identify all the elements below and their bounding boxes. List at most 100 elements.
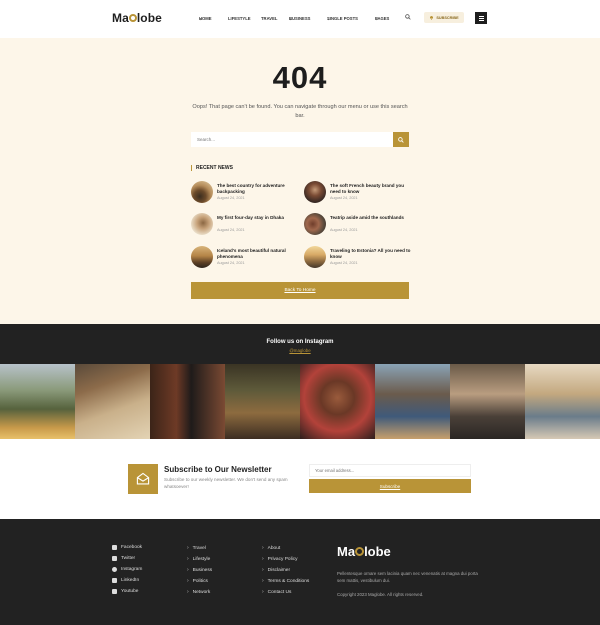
instagram-gallery xyxy=(0,364,600,439)
footer-category-link[interactable]: › Lifestyle xyxy=(187,556,210,562)
social-label: Facebook xyxy=(121,545,143,550)
footer-copyright: Copyright 2023 Maglobe. All rights reser… xyxy=(337,592,424,597)
hamburger-menu-icon[interactable] xyxy=(475,12,487,24)
search-icon xyxy=(398,136,404,143)
instagram-icon xyxy=(112,567,117,572)
newsletter-subscribe-button[interactable]: Subscribe xyxy=(309,479,471,493)
chevron-right-icon: › xyxy=(187,578,189,584)
footer-page-link[interactable]: › Disclaimer xyxy=(262,567,290,573)
footer-social-twitter[interactable]: Twitter xyxy=(112,556,135,561)
instagram-photo[interactable] xyxy=(525,364,600,439)
footer-category-link[interactable]: › Network xyxy=(187,589,210,595)
footer-page-link[interactable]: › Terms & Conditions xyxy=(262,578,309,584)
footer-category-link[interactable]: › Business xyxy=(187,567,212,573)
news-title[interactable]: Teatrip aside amid the southlands xyxy=(330,215,412,221)
footer-social-youtube[interactable]: Youtube xyxy=(112,589,138,594)
footer-logo[interactable]: Ma lobe xyxy=(337,544,391,559)
news-date: August 24, 2021 xyxy=(217,196,245,200)
news-item[interactable]: My first four-day stay in Dhaka August 2… xyxy=(191,213,296,237)
link-label: Terms & Conditions xyxy=(267,578,310,584)
instagram-photo[interactable] xyxy=(450,364,525,439)
link-label: Contact Us xyxy=(267,589,292,595)
footer-page-link[interactable]: › About xyxy=(262,545,280,551)
news-thumbnail xyxy=(191,181,213,203)
footer-page-link[interactable]: › Privacy Policy xyxy=(262,556,298,562)
link-label: Politics xyxy=(192,578,208,584)
search-input[interactable] xyxy=(191,132,393,147)
linkedin-icon xyxy=(112,578,117,583)
link-label: Privacy Policy xyxy=(267,556,298,562)
chevron-right-icon: › xyxy=(262,567,264,573)
footer-social-facebook[interactable]: Facebook xyxy=(112,545,142,550)
link-label: Lifestyle xyxy=(192,556,211,562)
footer-category-link[interactable]: › Politics xyxy=(187,578,208,584)
news-thumbnail xyxy=(304,181,326,203)
chevron-right-icon: › xyxy=(262,589,264,595)
link-label: About xyxy=(267,545,281,551)
site-footer: Facebook Twitter Instagram LinkedIn Yout… xyxy=(0,519,600,625)
footer-description: Pellentesque ornare sem lacinia quam nec… xyxy=(337,571,478,583)
news-title[interactable]: The soft French beauty brand you need to… xyxy=(330,183,412,195)
footer-social-linkedin[interactable]: LinkedIn xyxy=(112,578,139,583)
instagram-photo[interactable] xyxy=(150,364,225,439)
search-icon[interactable] xyxy=(405,14,411,20)
news-thumbnail xyxy=(191,246,213,268)
header-subscribe-button[interactable]: SUBSCRIBE xyxy=(424,12,464,23)
envelope-icon xyxy=(128,464,158,494)
search-submit-button[interactable] xyxy=(393,132,409,147)
instagram-photo[interactable] xyxy=(300,364,375,439)
error-code: 404 xyxy=(272,60,328,95)
news-item[interactable]: Teatrip aside amid the southlands August… xyxy=(304,213,409,237)
footer-page-link[interactable]: › Contact Us xyxy=(262,589,291,595)
news-title[interactable]: My first four-day stay in Dhaka xyxy=(217,215,299,221)
not-found-section: 404 Oops! That page can't be found. You … xyxy=(0,38,600,324)
news-title[interactable]: Traveling to Estonia? All you need to kn… xyxy=(330,248,412,260)
back-to-home-button[interactable]: Back To Home xyxy=(191,282,409,299)
news-title[interactable]: The best country for adventure backpacki… xyxy=(217,183,299,195)
logo-text-start: Ma xyxy=(112,11,129,25)
newsletter-email-input[interactable] xyxy=(309,464,471,477)
chevron-right-icon: › xyxy=(262,545,264,551)
chevron-right-icon: › xyxy=(187,545,189,551)
recent-news-heading: RECENT NEWS xyxy=(191,165,233,171)
instagram-photo[interactable] xyxy=(375,364,450,439)
news-item[interactable]: Iceland's most beautiful natural phenome… xyxy=(191,246,296,270)
link-label: Business xyxy=(192,567,213,573)
news-thumbnail xyxy=(304,246,326,268)
news-date: August 24, 2021 xyxy=(217,228,245,232)
chevron-right-icon: › xyxy=(187,567,189,573)
facebook-icon xyxy=(112,545,117,550)
logo-text-end: lobe xyxy=(136,11,162,25)
link-label: Network xyxy=(192,589,211,595)
link-label: Disclaimer xyxy=(267,567,291,573)
location-pin-icon xyxy=(355,547,365,556)
social-label: Twitter xyxy=(121,556,136,561)
youtube-icon xyxy=(112,589,117,594)
instagram-photo[interactable] xyxy=(75,364,150,439)
chevron-down-icon: ⌄ xyxy=(375,16,379,21)
news-item[interactable]: The soft French beauty brand you need to… xyxy=(304,181,409,205)
link-label: Travel xyxy=(192,545,206,551)
error-message: Oops! That page can't be found. You can … xyxy=(192,104,408,119)
instagram-photo[interactable] xyxy=(0,364,75,439)
chevron-down-icon: ⌄ xyxy=(289,16,293,21)
nav-label: LIFESTYLE xyxy=(228,16,251,21)
bell-icon xyxy=(430,16,434,20)
site-logo[interactable]: Ma lobe xyxy=(112,11,162,25)
footer-social-instagram[interactable]: Instagram xyxy=(112,567,142,572)
subscribe-label: SUBSCRIBE xyxy=(436,15,459,20)
site-header: Ma lobe HOME ⌄ LIFESTYLE TRAVEL BUSINESS … xyxy=(0,0,600,38)
instagram-handle-link[interactable]: @maglobe xyxy=(0,348,600,353)
social-label: LinkedIn xyxy=(121,578,140,583)
news-title[interactable]: Iceland's most beautiful natural phenome… xyxy=(217,248,299,260)
social-label: Instagram xyxy=(121,567,143,572)
instagram-photo[interactable] xyxy=(225,364,300,439)
newsletter-section: Subscribe to Our Newsletter Subscribe to… xyxy=(0,439,600,519)
logo-text-end: lobe xyxy=(364,544,391,559)
news-date: August 24, 2021 xyxy=(330,228,358,232)
footer-category-link[interactable]: › Travel xyxy=(187,545,206,551)
news-date: August 24, 2021 xyxy=(217,261,245,265)
chevron-right-icon: › xyxy=(262,578,264,584)
news-item[interactable]: The best country for adventure backpacki… xyxy=(191,181,296,205)
news-item[interactable]: Traveling to Estonia? All you need to kn… xyxy=(304,246,412,270)
